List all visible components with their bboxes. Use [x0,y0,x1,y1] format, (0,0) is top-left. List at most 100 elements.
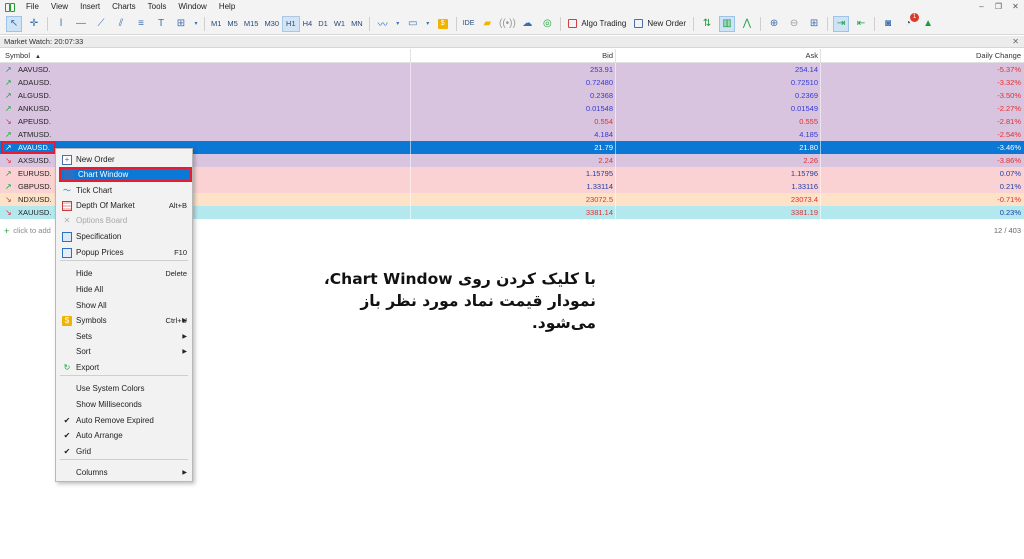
table-row[interactable]: ↗ ATMUSD. 4.184 4.185 -2.54% [0,128,1024,141]
dropdown-arrow-icon[interactable]: ▾ [425,16,431,32]
ide-button[interactable]: IDE [460,20,478,27]
notifications-icon[interactable]: ◔ 1 [900,12,920,32]
menu-view[interactable]: View [45,0,74,13]
close-window-button[interactable]: ✕ [1007,2,1024,11]
horizontal-line-icon[interactable]: — [73,16,89,32]
shapes-icon[interactable]: ⊞ [173,16,189,32]
menu-item-symbols[interactable]: $ Symbols Ctrl+U ▶ [56,313,192,328]
zoom-in-icon[interactable]: ⊕ [766,16,782,32]
menu-item-chart-window[interactable]: Chart Window [59,167,192,182]
table-row[interactable]: ↗ ADAUSD. 0.72480 0.72510 -3.32% [0,76,1024,89]
auto-scroll-icon[interactable]: ⇥ [833,15,850,32]
symbol-cell[interactable]: ↗ AAVUSD. [0,63,411,76]
menu-item-specification[interactable]: Specification [56,229,192,244]
dollar-icon[interactable]: $ [435,16,451,32]
menu-item-sort[interactable]: Sort ▶ [56,344,192,359]
daily-change-cell: -3.86% [997,156,1021,165]
indicators-icon[interactable]: 〰 [375,16,391,32]
signals-icon[interactable]: ((•)) [499,16,516,32]
menu-charts[interactable]: Charts [106,0,142,13]
table-row[interactable]: ↗ ANKUSD. 0.01548 0.01549 -2.27% [0,102,1024,115]
table-row[interactable]: ↘ APEUSD. 0.554 0.555 -2.81% [0,115,1024,128]
line-chart-icon[interactable]: ⋀ [739,16,755,32]
menu-item-new-order[interactable]: + New Order [56,152,192,167]
text-tool-icon[interactable]: T [153,16,169,32]
minimize-button[interactable]: – [973,2,990,11]
menu-window[interactable]: Window [172,0,212,13]
column-header-ask[interactable]: Ask [616,49,821,62]
chart-shift-icon[interactable]: ⇤ [853,16,869,32]
menu-item-columns[interactable]: Columns ▶ [56,465,192,480]
candlestick-icon[interactable]: ▥ [719,15,736,32]
new-order-button[interactable]: New Order [630,16,690,32]
menu-item-hide[interactable]: Hide Delete [56,266,192,281]
dropdown-arrow-icon[interactable]: ▾ [395,16,401,32]
cursor-icon[interactable]: ↖ [6,15,22,32]
menu-item-show-all[interactable]: Show All [56,298,192,313]
menu-item-sets[interactable]: Sets ▶ [56,329,192,344]
menu-help[interactable]: Help [213,0,241,13]
cloud-icon[interactable]: ☁ [519,16,535,32]
add-symbol-placeholder[interactable]: click to add [13,226,51,235]
menu-insert[interactable]: Insert [74,0,106,13]
timeframe-d1[interactable]: D1 [315,16,331,32]
trend-line-icon[interactable]: ⟋ [93,16,109,32]
ask-cell: 254.14 [616,63,821,76]
annotation-line-1: با کلیک کردن روی Chart Window، [323,270,596,288]
tile-windows-icon[interactable]: ⊞ [806,16,822,32]
account-level-icon[interactable]: ▲ [920,16,936,32]
table-row[interactable]: ↗ AAVUSD. 253.91 254.14 -5.37% [0,63,1024,76]
zoom-out-icon[interactable]: ⊖ [786,16,802,32]
fibonacci-icon[interactable]: ≡ [133,16,149,32]
timeframe-h4[interactable]: H4 [300,16,316,32]
dropdown-arrow-icon[interactable]: ▾ [193,16,199,32]
menu-item-label: Columns [76,468,108,477]
menu-item-use-system-colors[interactable]: Use System Colors [56,381,192,396]
depth-of-market-icon [62,200,72,211]
timeframe-w1[interactable]: W1 [331,16,348,32]
screenshot-icon[interactable]: ◙ [880,16,896,32]
symbol-cell[interactable]: ↗ ANKUSD. [0,102,411,115]
menu-item-auto-remove-expired[interactable]: ✔ Auto Remove Expired [56,413,192,428]
symbol-cell[interactable]: ↘ APEUSD. [0,115,411,128]
toolbar-separator [560,16,562,31]
column-header-daily-change[interactable]: Daily Change [821,49,1024,62]
timeframe-m30[interactable]: M30 [261,16,282,32]
market-bag-icon[interactable]: ▰ [479,16,495,32]
menu-item-grid[interactable]: ✔ Grid [56,444,192,459]
symbol-cell[interactable]: ↗ ATMUSD. [0,128,411,141]
timeframe-mn[interactable]: MN [348,16,366,32]
menu-item-export[interactable]: ↻ Export [56,360,192,375]
vps-icon[interactable]: ◎ [539,16,555,32]
menu-item-hide-all[interactable]: Hide All [56,282,192,297]
column-header-symbol[interactable]: Symbol ▲ [0,49,411,62]
menu-file[interactable]: File [20,0,45,13]
symbol-cell[interactable]: ↗ ADAUSD. [0,76,411,89]
arrow-down-icon: ↘ [5,208,12,217]
menu-item-show-milliseconds[interactable]: Show Milliseconds [56,397,192,412]
daily-change-cell: -2.81% [997,117,1021,126]
timeframe-h1[interactable]: H1 [282,15,300,32]
ask-cell: 4.185 [616,128,821,141]
restore-button[interactable]: ❐ [990,2,1007,11]
symbol-cell[interactable]: ↗ ALGUSD. [0,89,411,102]
timeframe-m5[interactable]: M5 [224,16,240,32]
timeframe-m1[interactable]: M1 [208,16,224,32]
daily-change-cell: -2.27% [997,104,1021,113]
menu-item-tick-chart[interactable]: 〜 Tick Chart [56,183,192,198]
crosshair-icon[interactable]: ✛ [26,16,42,32]
menu-item-shortcut: Delete [165,269,187,278]
channel-icon[interactable]: ⫽ [113,16,129,32]
table-row[interactable]: ↗ ALGUSD. 0.2368 0.2369 -3.50% [0,89,1024,102]
timeframe-m15[interactable]: M15 [241,16,262,32]
menu-tools[interactable]: Tools [142,0,173,13]
column-header-bid[interactable]: Bid [411,49,616,62]
close-icon[interactable]: ✕ [1012,36,1019,48]
one-click-trading-icon[interactable]: ⇅ [699,16,715,32]
vertical-line-icon[interactable]: ǀ [53,16,69,32]
menu-item-depth-of-market[interactable]: Depth Of Market Alt+B [56,198,192,213]
templates-icon[interactable]: ▭ [405,16,421,32]
menu-item-auto-arrange[interactable]: ✔ Auto Arrange [56,428,192,443]
algo-trading-button[interactable]: Algo Trading [564,16,630,32]
menu-item-popup-prices[interactable]: Popup Prices F10 [56,245,192,260]
